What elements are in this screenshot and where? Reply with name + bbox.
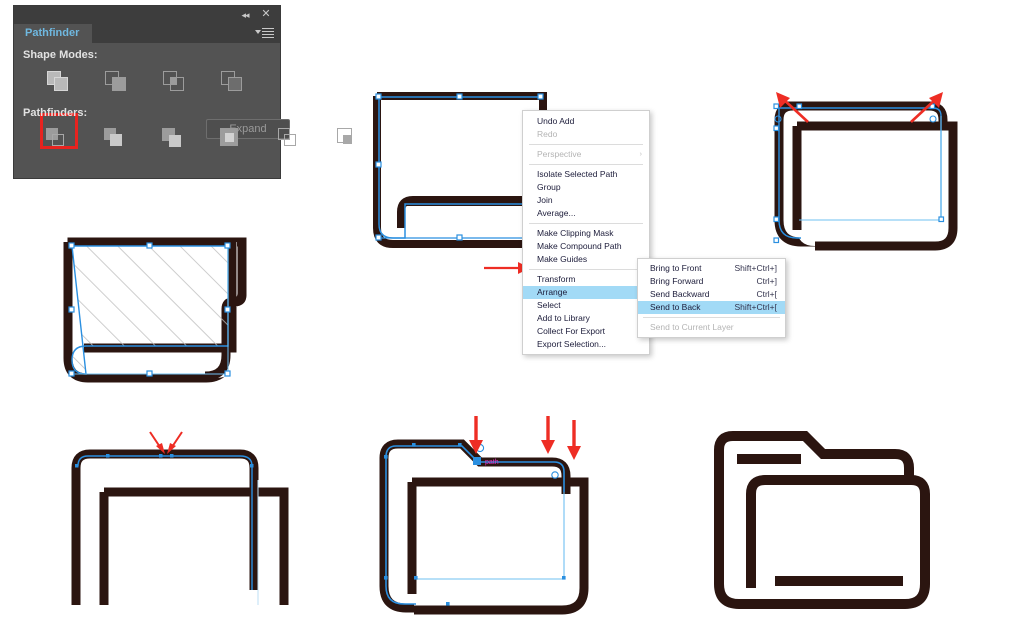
- menu-item-select[interactable]: Select›: [523, 299, 649, 312]
- panel-body: Shape Modes: Expand Pathfinders:: [14, 43, 352, 178]
- menu-item-isolate-selected-path[interactable]: Isolate Selected Path: [523, 168, 649, 181]
- panel-menu-icon[interactable]: [255, 27, 274, 40]
- menu-item-label: Redo: [537, 129, 558, 139]
- menu-item-label: Undo Add: [537, 116, 575, 126]
- submenu-item-label: Send to Back: [650, 302, 701, 312]
- menu-item-make-guides[interactable]: Make Guides: [523, 253, 649, 266]
- menu-item-label: Make Clipping Mask: [537, 228, 614, 238]
- menu-item-label: Collect For Export: [537, 326, 606, 336]
- menu-item-label: Export Selection...: [537, 339, 606, 349]
- menu-item-label: Make Guides: [537, 254, 588, 264]
- pathfinder-minus-back-button[interactable]: [334, 125, 364, 153]
- submenu-item-shortcut: Ctrl+]: [756, 276, 777, 286]
- submenu-item-bring-to-front[interactable]: Bring to Front Shift+Ctrl+]: [638, 262, 785, 275]
- submenu-item-send-to-current-layer: Send to Current Layer: [638, 321, 785, 334]
- submenu-item-label: Bring to Front: [650, 263, 702, 273]
- menu-item-group[interactable]: Group: [523, 181, 649, 194]
- menu-item-label: Average...: [537, 208, 576, 218]
- menu-item-label: Select: [537, 300, 561, 310]
- shape-mode-unite-button[interactable]: [44, 67, 74, 95]
- panel-tab-row: Pathfinder: [14, 24, 280, 43]
- menu-item-add-to-library[interactable]: Add to Library: [523, 312, 649, 325]
- menu-item-label: Perspective: [537, 149, 582, 159]
- shape-modes-label: Shape Modes:: [23, 49, 98, 61]
- smart-guide-label: path: [485, 459, 499, 466]
- submenu-item-shortcut: Ctrl+[: [756, 289, 777, 299]
- folder-bar-top: [737, 454, 801, 464]
- menu-item-label: Isolate Selected Path: [537, 169, 618, 179]
- submenu-item-send-backward[interactable]: Send Backward Ctrl+[: [638, 288, 785, 301]
- submenu-item-label: Send to Current Layer: [650, 322, 734, 332]
- menu-separator: [529, 164, 643, 165]
- menu-item-transform[interactable]: Transform›: [523, 273, 649, 286]
- context-menu[interactable]: Undo Add Redo Perspective › Isolate Selected…: [522, 110, 650, 355]
- menu-item-export-selection[interactable]: Export Selection...: [523, 338, 649, 351]
- step-2-two-shapes-corners: [773, 101, 958, 251]
- menu-item-make-clipping-mask[interactable]: Make Clipping Mask: [523, 227, 649, 240]
- pathfinders-row: [14, 125, 352, 155]
- step-6-final-folder-icon: [714, 431, 930, 609]
- chevron-right-icon: ›: [639, 151, 642, 158]
- submenu-item-bring-forward[interactable]: Bring Forward Ctrl+]: [638, 275, 785, 288]
- submenu-item-label: Bring Forward: [650, 276, 704, 286]
- pathfinders-label: Pathfinders:: [23, 107, 88, 119]
- pathfinder-divide-button[interactable]: [44, 125, 74, 153]
- menu-item-collect-for-export[interactable]: Collect For Export: [523, 325, 649, 338]
- menu-separator: [529, 144, 643, 145]
- tab-pathfinder[interactable]: Pathfinder: [14, 24, 93, 43]
- pathfinder-merge-button[interactable]: [160, 125, 190, 153]
- step-4-anchor-points-top: [71, 449, 289, 605]
- menu-item-redo: Redo: [523, 128, 649, 141]
- menu-item-average[interactable]: Average...: [523, 207, 649, 220]
- step-3-hatched-selection: [63, 237, 247, 383]
- pathfinder-panel: ◂◂ ✕ Pathfinder Shape Modes: Expand Path…: [14, 6, 352, 178]
- submenu-item-shortcut: Shift+Ctrl+]: [734, 263, 777, 273]
- menu-item-undo-add[interactable]: Undo Add: [523, 115, 649, 128]
- submenu-item-send-to-back[interactable]: Send to Back Shift+Ctrl+[: [638, 301, 785, 314]
- folder-bar-bottom: [775, 576, 903, 586]
- shape-mode-exclude-button[interactable]: [218, 67, 248, 95]
- collapse-double-chevron-icon[interactable]: ◂◂: [238, 9, 252, 21]
- menu-item-label: Transform: [537, 274, 576, 284]
- menu-item-arrange[interactable]: Arrange›: [523, 286, 649, 299]
- menu-item-label: Add to Library: [537, 313, 590, 323]
- menu-item-perspective: Perspective ›: [523, 148, 649, 161]
- menu-item-make-compound-path[interactable]: Make Compound Path: [523, 240, 649, 253]
- menu-item-label: Arrange: [537, 287, 568, 297]
- submenu-item-shortcut: Shift+Ctrl+[: [734, 302, 777, 312]
- shape-mode-intersect-button[interactable]: [160, 67, 190, 95]
- illustrator-canvas: path ◂◂ ✕ Pathfinder Shape Modes: Expand…: [0, 0, 1024, 628]
- panel-titlebar: ◂◂ ✕: [14, 6, 280, 24]
- pathfinder-outline-button[interactable]: [276, 125, 306, 153]
- pathfinder-crop-button[interactable]: [218, 125, 248, 153]
- pathfinder-trim-button[interactable]: [102, 125, 132, 153]
- menu-item-label: Join: [537, 195, 553, 205]
- close-icon[interactable]: ✕: [260, 8, 272, 21]
- menu-item-label: Group: [537, 182, 561, 192]
- menu-item-join[interactable]: Join: [523, 194, 649, 207]
- shape-modes-row: [14, 67, 280, 97]
- menu-item-label: Make Compound Path: [537, 241, 622, 251]
- menu-separator: [529, 269, 643, 270]
- arrange-submenu[interactable]: Bring to Front Shift+Ctrl+] Bring Forward C…: [637, 258, 786, 338]
- menu-separator: [529, 223, 643, 224]
- submenu-item-label: Send Backward: [650, 289, 710, 299]
- step-5-tab-path-drawn: path: [379, 439, 589, 615]
- shape-mode-minus-front-button[interactable]: [102, 67, 132, 95]
- submenu-separator: [643, 317, 780, 318]
